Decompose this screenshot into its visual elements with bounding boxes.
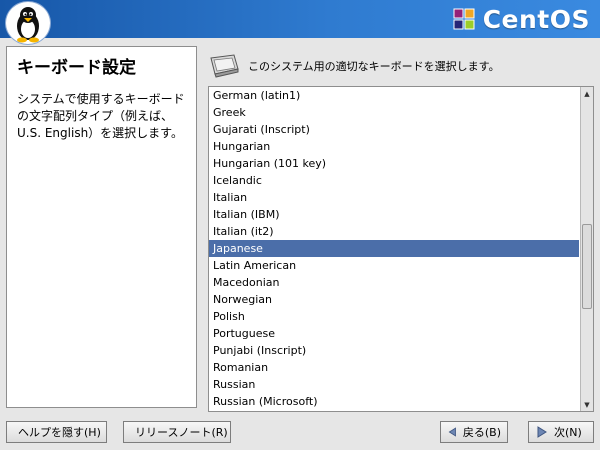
hide-help-button[interactable]: ヘルプを隠す(H): [6, 421, 107, 443]
scroll-down-arrow-icon[interactable]: ▼: [581, 398, 593, 411]
help-panel: キーボード設定 システムで使用するキーボードの文字配列タイプ（例えば、U.S. …: [6, 46, 197, 408]
hide-help-label: ヘルプを隠す(H): [18, 426, 101, 439]
keyboard-list-item[interactable]: Latin American: [209, 257, 579, 274]
release-notes-button[interactable]: リリースノート(R): [123, 421, 231, 443]
next-label: 次(N): [554, 426, 582, 439]
brand: CentOS: [451, 4, 590, 34]
keyboard-list-item[interactable]: Norwegian: [209, 291, 579, 308]
scroll-up-arrow-icon[interactable]: ▲: [581, 87, 593, 100]
prompt-text: このシステム用の適切なキーボードを選択します。: [248, 60, 500, 73]
back-button[interactable]: 戻る(B): [440, 421, 508, 443]
tux-penguin-icon: [6, 2, 50, 44]
keyboard-list[interactable]: German (latin1) Greek Gujarati (Inscript) H…: [208, 86, 594, 412]
prompt: このシステム用の適切なキーボードを選択します。: [208, 50, 593, 82]
keyboard-key-icon: [210, 54, 239, 78]
keyboard-list-item[interactable]: Greek: [209, 104, 579, 121]
keyboard-list-item[interactable]: Italian (it2): [209, 223, 579, 240]
help-title: キーボード設定: [17, 58, 136, 78]
header-banner: CentOS: [0, 0, 600, 44]
keyboard-list-item[interactable]: Hungarian: [209, 138, 579, 155]
keyboard-list-item[interactable]: Hungarian (101 key): [209, 155, 579, 172]
help-body: システムで使用するキーボードの文字配列タイプ（例えば、U.S. English）…: [17, 92, 185, 140]
keyboard-list-item[interactable]: Icelandic: [209, 172, 579, 189]
centos-logo-icon: [453, 8, 475, 30]
keyboard-list-item[interactable]: Russian (Microsoft): [209, 393, 579, 410]
scroll-thumb[interactable]: [582, 224, 592, 309]
keyboard-list-items: German (latin1) Greek Gujarati (Inscript) H…: [209, 87, 579, 410]
next-button[interactable]: 次(N): [528, 421, 594, 443]
keyboard-list-item[interactable]: Polish: [209, 308, 579, 325]
left-arrow-icon: [448, 427, 456, 437]
keyboard-list-item[interactable]: Italian (IBM): [209, 206, 579, 223]
release-notes-label: リリースノート(R): [135, 426, 228, 439]
keyboard-list-item[interactable]: Romanian: [209, 359, 579, 376]
list-scrollbar[interactable]: ▲ ▼: [580, 87, 593, 411]
back-label: 戻る(B): [462, 426, 501, 439]
keyboard-list-item[interactable]: Gujarati (Inscript): [209, 121, 579, 138]
keyboard-list-item[interactable]: German (latin1): [209, 87, 579, 104]
keyboard-list-item[interactable]: Macedonian: [209, 274, 579, 291]
keyboard-list-item[interactable]: Italian: [209, 189, 579, 206]
right-arrow-icon: [537, 426, 547, 438]
keyboard-list-item[interactable]: Japanese: [209, 240, 579, 257]
keyboard-list-item[interactable]: Portuguese: [209, 325, 579, 342]
keyboard-list-item[interactable]: Russian: [209, 376, 579, 393]
keyboard-list-item[interactable]: Punjabi (Inscript): [209, 342, 579, 359]
brand-text: CentOS: [482, 4, 590, 34]
